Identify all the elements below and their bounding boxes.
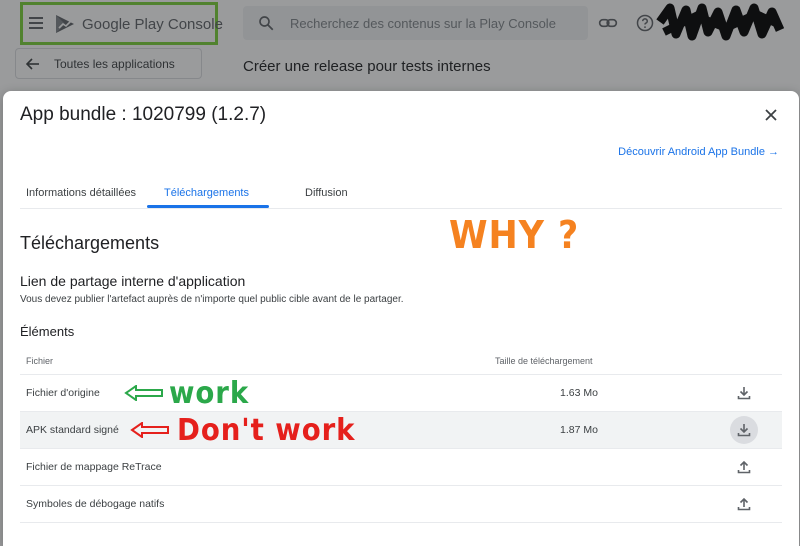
elements-title: Éléments [20,324,75,339]
table-row: Symboles de débogage natifs [20,486,782,523]
download-button[interactable] [730,416,758,444]
upload-icon [737,460,751,474]
file-name: Fichier de mappage ReTrace [26,461,162,473]
column-header-file: Fichier [26,356,54,366]
file-name: Fichier d'origine [26,387,100,399]
file-size: 1.87 Mo [560,424,598,436]
table-row: Fichier de mappage ReTrace [20,449,782,486]
table-header: Fichier Taille de téléchargement [20,349,782,375]
file-size: 1.63 Mo [560,387,598,399]
tab-details[interactable]: Informations détaillées [26,187,136,199]
close-icon [765,109,777,121]
download-icon [737,424,751,437]
upload-button[interactable] [730,453,758,481]
discover-app-bundle-link[interactable]: Découvrir Android App Bundle → [618,146,779,158]
annotation-dont-work: Don't work [177,413,356,448]
download-button[interactable] [730,379,758,407]
green-arrow-annotation [124,385,163,401]
close-button[interactable] [759,103,783,127]
dialog-title: App bundle : 1020799 (1.2.7) [20,104,267,125]
upload-button[interactable] [730,490,758,518]
share-link-description: Vous devez publier l'artefact auprès de … [20,294,404,305]
share-link-title: Lien de partage interne d'application [20,273,246,289]
tab-downloads[interactable]: Téléchargements [164,187,249,199]
column-header-size: Taille de téléchargement [495,356,593,366]
active-tab-indicator [147,205,269,208]
upload-icon [737,497,751,511]
app-bundle-dialog: App bundle : 1020799 (1.2.7) Découvrir A… [3,91,799,546]
file-name: APK standard signé [26,424,119,436]
annotation-why: WHY ? [449,213,580,257]
red-arrow-annotation [130,422,169,438]
download-icon [737,387,751,400]
section-title: Téléchargements [20,233,160,253]
annotation-work: work [169,376,250,411]
file-name: Symboles de débogage natifs [26,498,165,510]
tab-delivery[interactable]: Diffusion [305,187,348,199]
tab-bar: Informations détaillées Téléchargements … [20,180,782,209]
